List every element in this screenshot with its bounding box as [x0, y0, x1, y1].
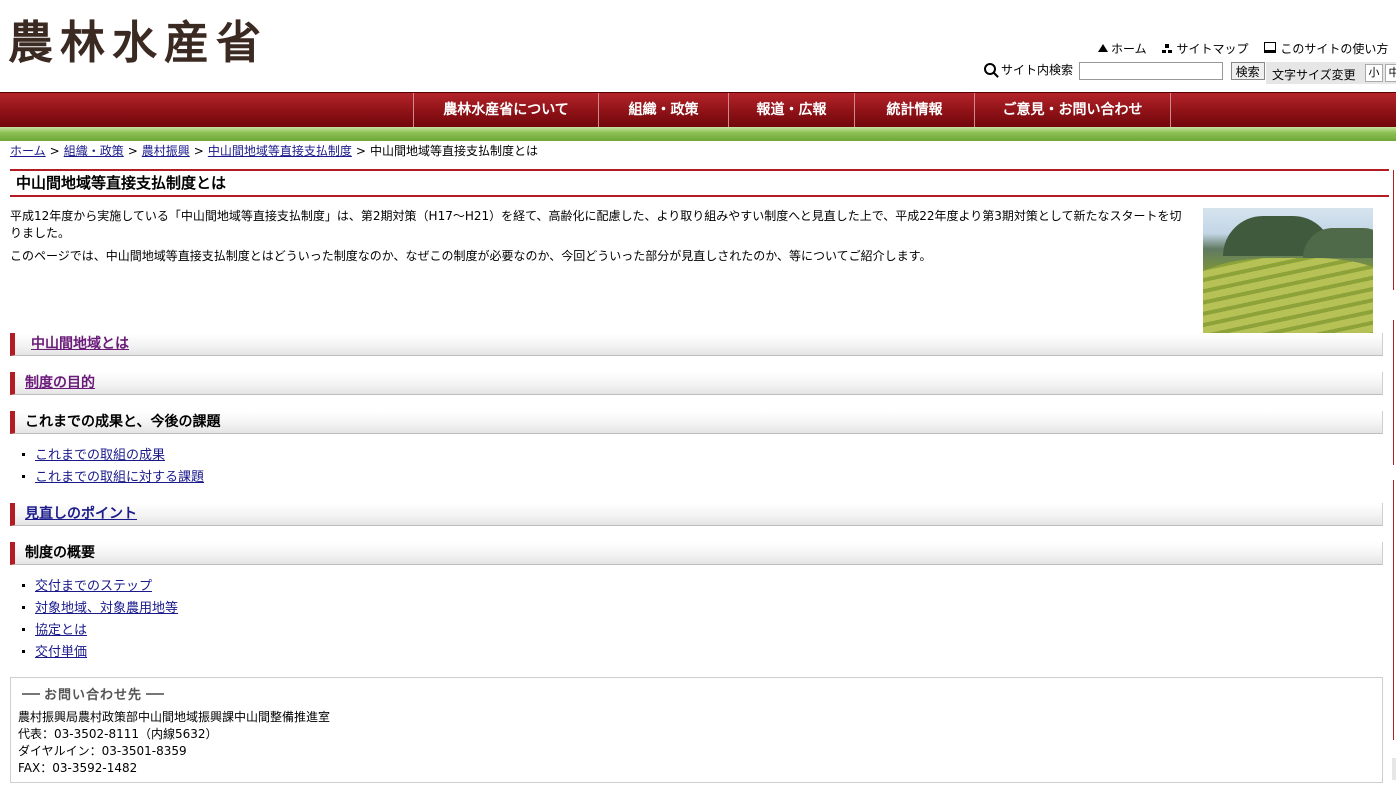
- section-review-header: 見直しのポイント: [10, 503, 1383, 526]
- side-column-border: [1393, 170, 1394, 290]
- search-icon: [984, 63, 996, 75]
- bullet-icon: [22, 475, 25, 478]
- breadcrumb-separator: >: [355, 144, 366, 158]
- results-issues-link[interactable]: これまでの取組に対する課題: [35, 470, 204, 485]
- breadcrumb-rural[interactable]: 農村振興: [142, 144, 190, 158]
- nav-accent-bar: [0, 127, 1396, 141]
- breadcrumb-payment-system[interactable]: 中山間地域等直接支払制度: [208, 144, 352, 158]
- nav-contact[interactable]: ご意見・お問い合わせ: [975, 93, 1171, 128]
- breadcrumb-separator: >: [127, 144, 138, 158]
- breadcrumb-separator: >: [193, 144, 204, 158]
- intro-paragraph: このページでは、中山間地域等直接支払制度とはどういった制度なのか、なぜこの制度が…: [10, 249, 932, 263]
- contact-dial-in: ダイヤルイン：03-3501-8359: [18, 744, 187, 758]
- home-icon: [1098, 44, 1108, 52]
- nav-statistics[interactable]: 統計情報: [855, 93, 975, 128]
- utility-sitemap-label: サイトマップ: [1176, 42, 1249, 56]
- side-column-border: [1393, 320, 1394, 465]
- overview-agreement-link[interactable]: 協定とは: [35, 623, 87, 638]
- section-purpose-header: 制度の目的: [10, 372, 1383, 395]
- intro-paragraph: 平成12年度から実施している「中山間地域等直接支払制度」は、第2期対策（H17～…: [10, 209, 1182, 240]
- breadcrumb-current: 中山間地域等直接支払制度とは: [369, 144, 538, 158]
- search-input[interactable]: [1078, 61, 1223, 80]
- breadcrumb: ホーム > 組織・政策 > 農村振興 > 中山間地域等直接支払制度 > 中山間地域等直接支払制度…: [10, 142, 538, 159]
- nav-policy[interactable]: 組織・政策: [599, 93, 729, 128]
- bullet-icon: [22, 453, 25, 456]
- contact-title: お問い合わせ先: [18, 684, 168, 703]
- nav-about[interactable]: 農林水産省について: [414, 93, 599, 128]
- site-logo[interactable]: 農林水産省: [8, 20, 268, 65]
- section-what-header: 中山間地域とは: [10, 333, 1383, 356]
- side-column-box: [1392, 758, 1396, 780]
- search-label: サイト内検索: [1001, 63, 1074, 77]
- section-review-link[interactable]: 見直しのポイント: [25, 506, 137, 522]
- dash-decoration: [22, 693, 40, 695]
- list-item: これまでの取組に対する課題: [22, 467, 204, 489]
- section-purpose-link[interactable]: 制度の目的: [25, 375, 95, 391]
- bullet-icon: [22, 606, 25, 609]
- list-item: これまでの取組の成果: [22, 445, 204, 467]
- contact-department: 農村振興局農村政策部中山間地域振興課中山間整備推進室: [18, 710, 331, 724]
- overview-unit-price-link[interactable]: 交付単価: [35, 645, 87, 660]
- bullet-icon: [22, 628, 25, 631]
- monitor-icon: [1264, 42, 1277, 53]
- section-overview-title: 制度の概要: [25, 545, 95, 561]
- overview-target-area-link[interactable]: 対象地域、対象農用地等: [35, 601, 178, 616]
- contact-title-text: お問い合わせ先: [44, 688, 143, 703]
- section-results-header: これまでの成果と、今後の課題: [10, 411, 1383, 434]
- font-size-medium-button[interactable]: 中: [1385, 64, 1396, 82]
- photo-terraces: [1203, 258, 1373, 336]
- utility-sitemap-link[interactable]: サイトマップ: [1162, 42, 1248, 56]
- results-link-list: これまでの取組の成果 これまでの取組に対する課題: [22, 445, 204, 489]
- utility-howto-label: このサイトの使い方: [1280, 42, 1389, 56]
- dash-decoration: [146, 693, 165, 695]
- list-item: 協定とは: [22, 620, 178, 642]
- side-column-border: [1393, 480, 1394, 740]
- breadcrumb-home[interactable]: ホーム: [10, 144, 46, 158]
- breadcrumb-policy[interactable]: 組織・政策: [64, 144, 124, 158]
- contact-fax: FAX：03-3592-1482: [18, 761, 138, 775]
- breadcrumb-separator: >: [49, 144, 60, 158]
- utility-home-link[interactable]: ホーム: [1098, 42, 1147, 56]
- page-title: 中山間地域等直接支払制度とは: [10, 169, 1389, 197]
- nav-press[interactable]: 報道・広報: [729, 93, 855, 128]
- contact-phone: 代表：03-3502-8111（内線5632）: [18, 727, 218, 741]
- sitemap-icon: [1162, 44, 1173, 53]
- contact-body: 農村振興局農村政策部中山間地域振興課中山間整備推進室 代表：03-3502-81…: [18, 709, 330, 777]
- list-item: 交付までのステップ: [22, 576, 178, 598]
- font-size-switcher: 文字サイズ変更 小 中: [1266, 62, 1396, 84]
- bullet-icon: [22, 650, 25, 653]
- results-achievements-link[interactable]: これまでの取組の成果: [35, 448, 165, 463]
- search-button[interactable]: 検索: [1230, 61, 1265, 80]
- utility-home-label: ホーム: [1111, 42, 1147, 56]
- overview-link-list: 交付までのステップ 対象地域、対象農用地等 協定とは 交付単価: [22, 576, 178, 664]
- font-size-label: 文字サイズ変更: [1272, 68, 1356, 82]
- font-size-small-button[interactable]: 小: [1365, 64, 1383, 82]
- utility-howto-link[interactable]: このサイトの使い方: [1264, 42, 1388, 56]
- intro-text: 平成12年度から実施している「中山間地域等直接支払制度」は、第2期対策（H17～…: [10, 208, 1190, 271]
- overview-steps-link[interactable]: 交付までのステップ: [35, 579, 152, 594]
- bullet-icon: [22, 584, 25, 587]
- site-search: サイト内検索 検索: [984, 61, 1265, 80]
- list-item: 交付単価: [22, 642, 178, 664]
- utility-nav: ホーム サイトマップ このサイトの使い方: [1098, 40, 1396, 57]
- terraced-rice-field-photo: [1203, 208, 1373, 336]
- list-item: 対象地域、対象農用地等: [22, 598, 178, 620]
- contact-box: お問い合わせ先 農村振興局農村政策部中山間地域振興課中山間整備推進室 代表：03…: [10, 677, 1383, 783]
- section-overview-header: 制度の概要: [10, 542, 1383, 565]
- site-header: 農林水産省 ホーム サイトマップ このサイトの使い方 サイト内検索 検索 文字サ…: [0, 0, 1396, 92]
- section-results-title: これまでの成果と、今後の課題: [25, 414, 221, 430]
- global-nav: 農林水産省について 組織・政策 報道・広報 統計情報 ご意見・お問い合わせ: [0, 92, 1396, 128]
- section-what-link[interactable]: 中山間地域とは: [31, 336, 129, 352]
